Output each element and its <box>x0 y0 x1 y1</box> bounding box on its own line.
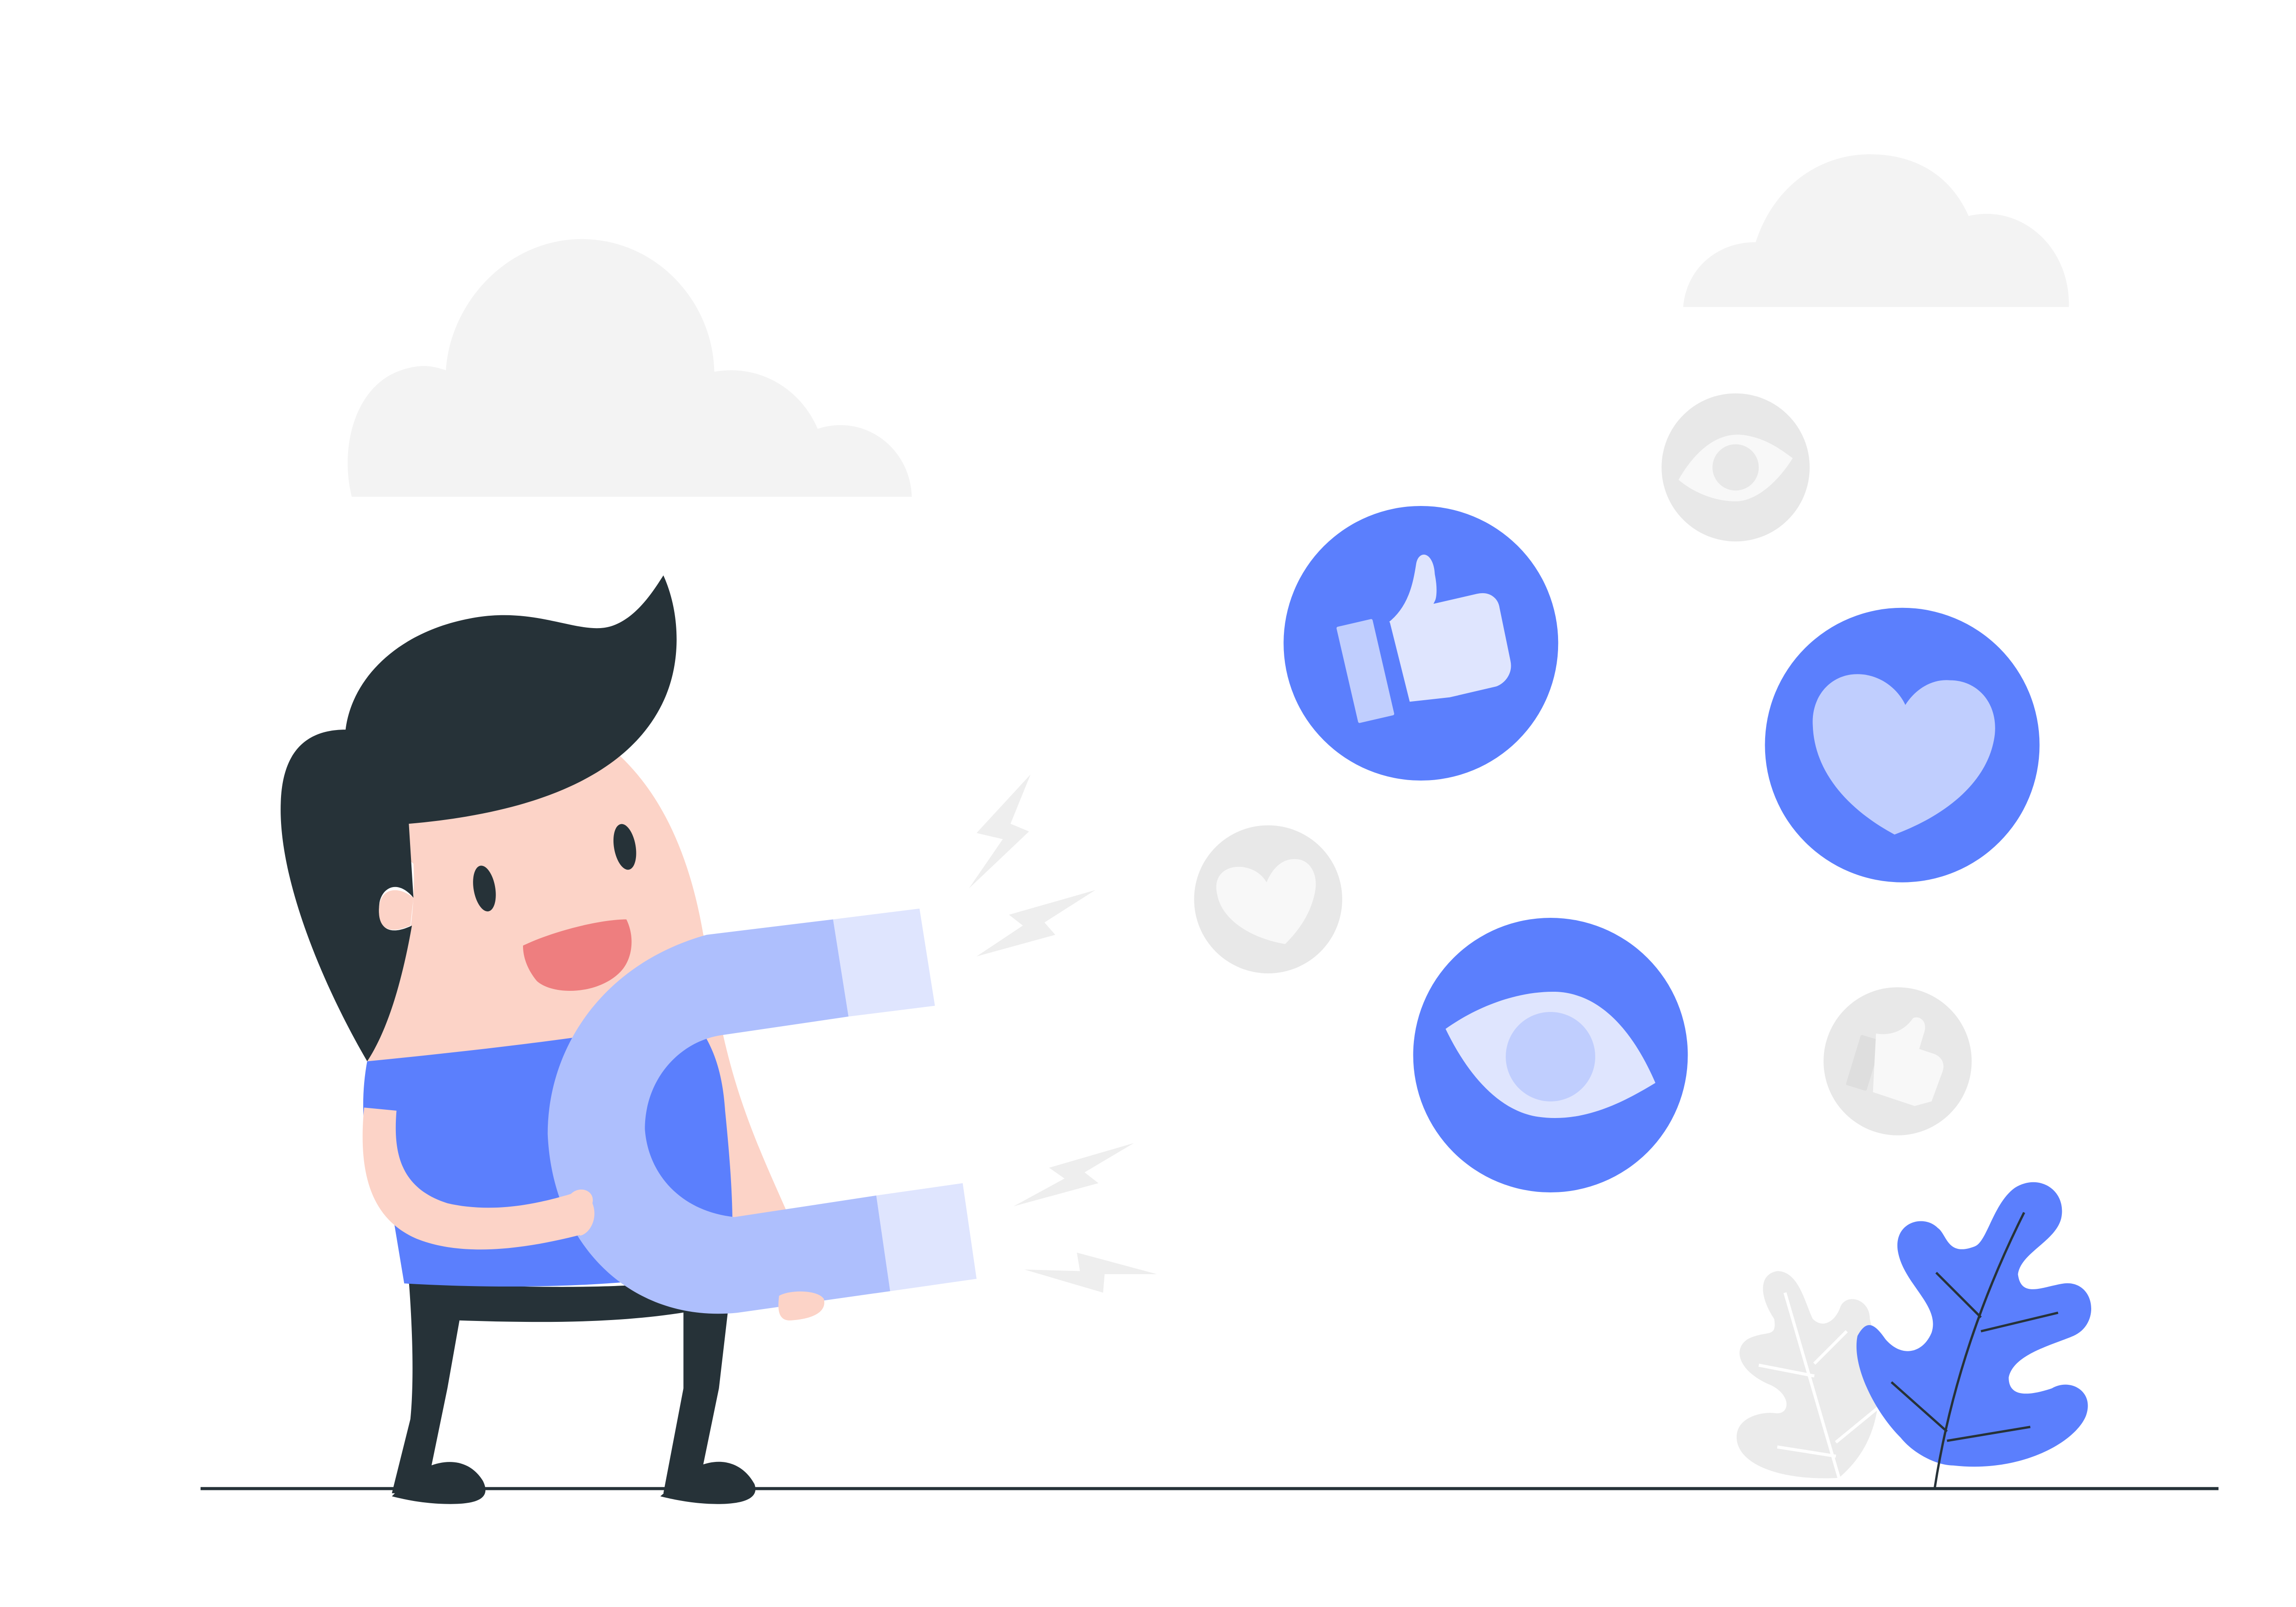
faded-plant <box>1736 1271 1880 1478</box>
faded-eye-icon <box>1661 393 1810 542</box>
faded-heart-icon <box>1194 825 1342 973</box>
heart-icon <box>1765 607 2040 882</box>
character <box>281 575 977 1504</box>
cloud-right <box>1683 154 2069 307</box>
ear <box>379 890 414 930</box>
eye-icon <box>1413 918 1688 1193</box>
thumbs-up-icon <box>1283 506 1559 781</box>
magnetic-sparks <box>968 774 1157 1293</box>
blue-plant <box>1856 1182 2092 1489</box>
illustration <box>200 154 2219 1504</box>
right-hand <box>778 1291 825 1320</box>
faded-thumbs-up-icon <box>1823 987 1972 1135</box>
cloud-left <box>348 239 912 497</box>
